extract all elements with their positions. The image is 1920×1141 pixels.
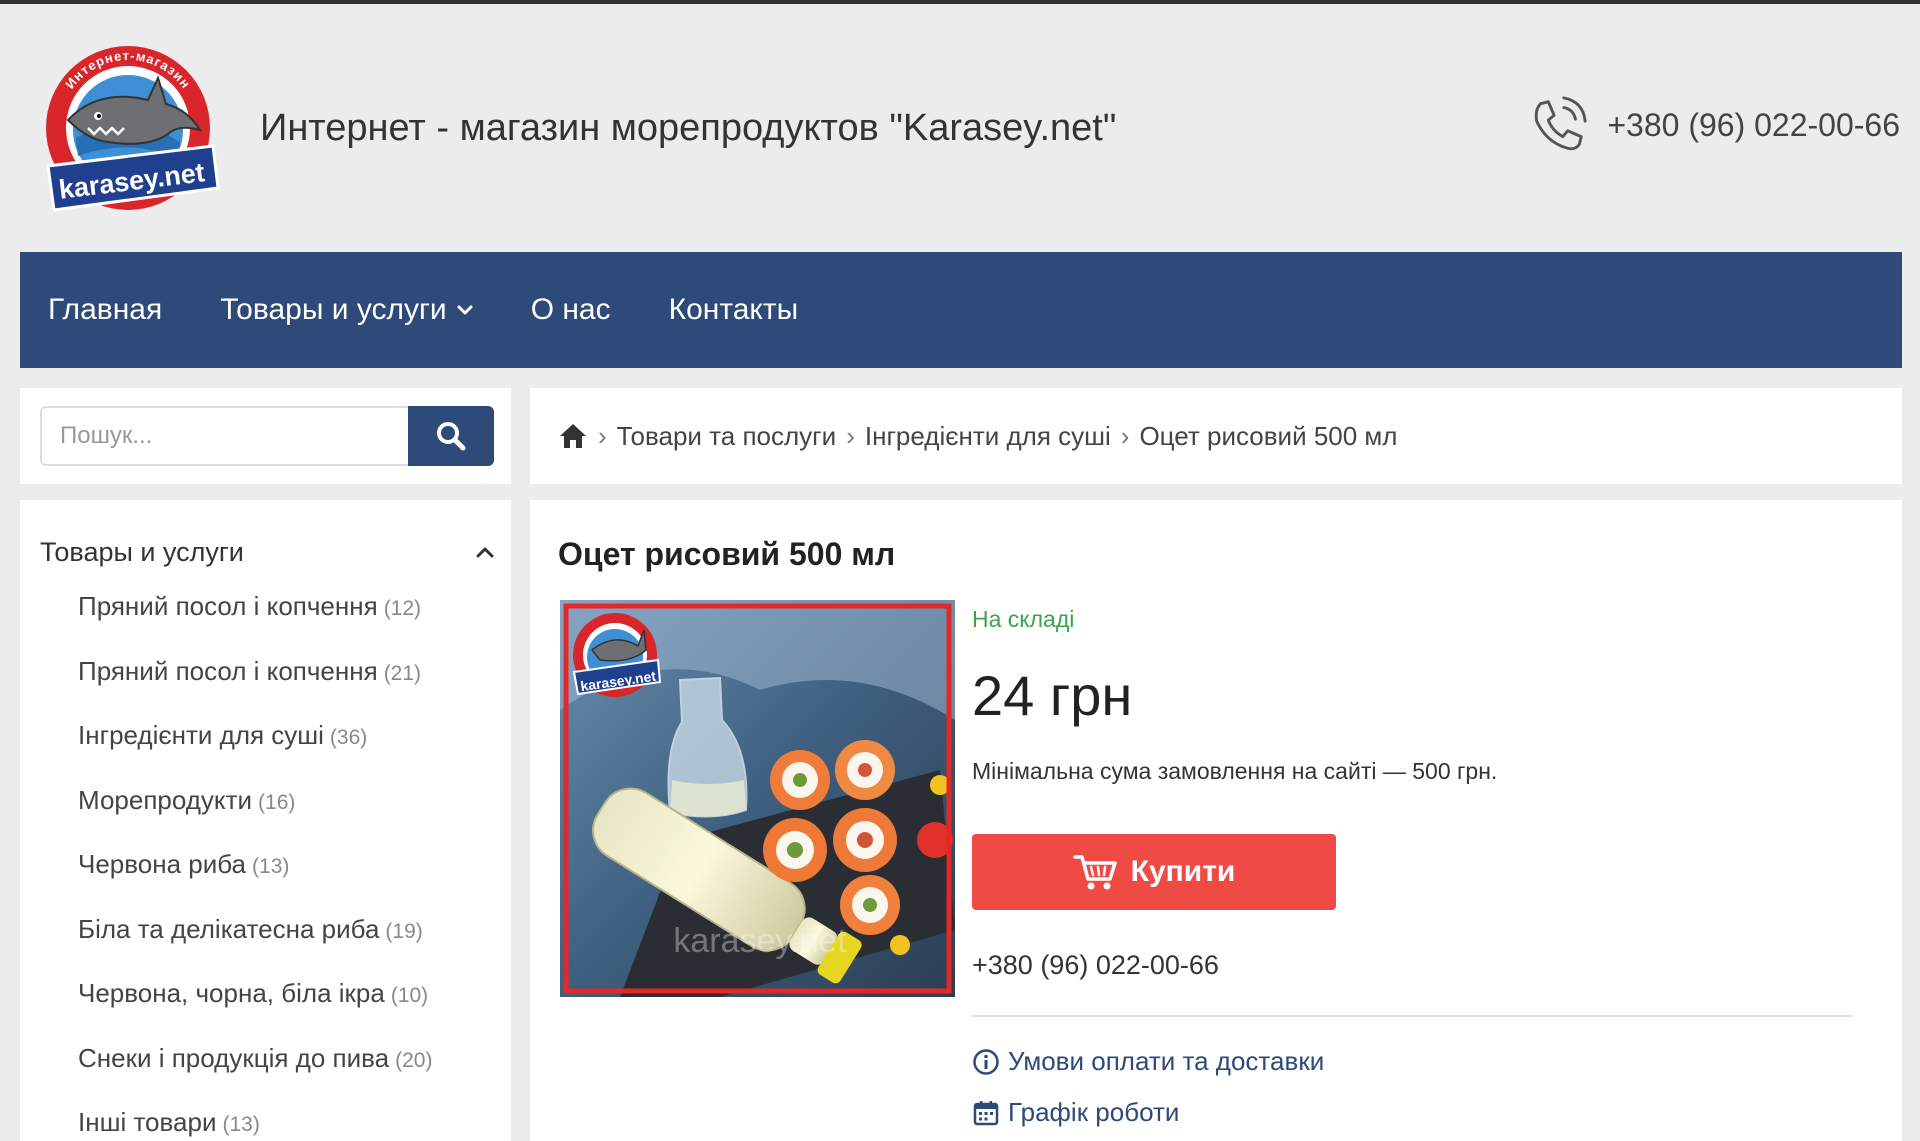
product-price: 24 грн bbox=[972, 664, 1133, 727]
nav-item-label: О нас bbox=[530, 293, 611, 326]
buy-button-label: Купити bbox=[1130, 855, 1236, 888]
category-label: Снеки і продукція до пива bbox=[78, 1042, 390, 1073]
category-label: Інгредієнти для суші bbox=[78, 720, 324, 750]
chevron-down-icon bbox=[457, 305, 473, 315]
divider bbox=[972, 1015, 1852, 1017]
header-phone[interactable]: +380 (96) 022-00-66 bbox=[1527, 94, 1900, 156]
work-schedule-link[interactable]: Графік роботи bbox=[972, 1097, 1179, 1128]
category-item[interactable]: Снеки і продукція до пива (20) bbox=[78, 1043, 432, 1108]
category-count: (16) bbox=[258, 790, 296, 814]
product-image[interactable]: karasey.net karasey.net bbox=[560, 600, 955, 997]
site-title: Интернет - магазин морепродуктов "Karase… bbox=[260, 107, 1117, 149]
category-count: (19) bbox=[385, 919, 423, 943]
category-item[interactable]: Червона, чорна, біла ікра (10) bbox=[78, 978, 432, 1043]
product-phone[interactable]: +380 (96) 022-00-66 bbox=[972, 950, 1219, 981]
breadcrumb-current: Оцет рисовий 500 мл bbox=[1139, 420, 1398, 451]
nav-item-home[interactable]: Главная bbox=[48, 293, 162, 327]
payment-delivery-link[interactable]: Умови оплати та доставки bbox=[972, 1046, 1324, 1077]
category-label: Морепродукти bbox=[78, 784, 253, 815]
nav-item-products[interactable]: Товары и услуги bbox=[220, 293, 473, 327]
top-border bbox=[0, 0, 1920, 4]
category-count: (36) bbox=[329, 726, 368, 749]
category-label: Інші товари bbox=[78, 1107, 217, 1137]
category-list: Пряний посол і копчення (12) Пряний посол… bbox=[78, 591, 432, 1141]
category-label: Червона риба bbox=[78, 849, 247, 879]
nav-item-about[interactable]: О нас bbox=[531, 293, 611, 327]
info-icon bbox=[973, 1048, 999, 1075]
category-count: (12) bbox=[383, 597, 422, 620]
category-count: (20) bbox=[395, 1048, 433, 1072]
category-sidebar: Товары и услуги Пряний посол і копчення(… bbox=[20, 500, 511, 1141]
category-item[interactable]: Інгредієнти для суші (36) bbox=[78, 720, 432, 785]
category-label: Червона, чорна, біла ікра bbox=[78, 978, 385, 1008]
svg-text:karasey.net: karasey.net bbox=[673, 922, 847, 960]
sidebar-title: Товары и услуги bbox=[40, 536, 244, 567]
category-count: (10) bbox=[390, 984, 429, 1007]
cart-icon bbox=[1072, 855, 1117, 890]
category-toggle[interactable]: Товары и услуги bbox=[40, 534, 495, 570]
category-count: (13) bbox=[222, 1113, 260, 1136]
site-logo[interactable]: Интернет-магазин karasey.net bbox=[28, 38, 228, 218]
category-count: (21) bbox=[383, 661, 422, 685]
nav-item-label: Главная bbox=[48, 293, 163, 326]
category-item[interactable]: Біла та делікатесна риба (19) bbox=[78, 914, 432, 979]
breadcrumb: › Товари та послуги › Інгредієнти для су… bbox=[530, 388, 1902, 484]
category-item[interactable]: Пряний посол і копчення (21) bbox=[78, 656, 432, 721]
min-order-note: Мінімальна сума замовлення на сайті — 50… bbox=[972, 758, 1498, 784]
breadcrumb-separator: › bbox=[598, 420, 607, 451]
buy-button[interactable]: Купити bbox=[972, 834, 1336, 910]
category-count: (13) bbox=[252, 855, 290, 878]
search-button[interactable] bbox=[408, 406, 494, 466]
nav-item-label: Контакты bbox=[668, 293, 799, 326]
category-label: Біла та делікатесна риба bbox=[78, 913, 380, 944]
phone-icon bbox=[1535, 96, 1587, 151]
chevron-up-icon bbox=[476, 547, 494, 558]
work-schedule-label: Графік роботи bbox=[1008, 1097, 1180, 1127]
main-nav: Главная Товары и услуги О нас Контакты bbox=[20, 252, 1902, 368]
product-panel: Оцет рисовий 500 мл karasey.net karasey.… bbox=[530, 500, 1902, 1141]
category-label: Пряний посол і копчення bbox=[78, 591, 378, 621]
search-panel bbox=[20, 388, 511, 484]
category-item[interactable]: Червона риба (13) bbox=[78, 849, 432, 914]
breadcrumb-separator: › bbox=[1120, 420, 1130, 451]
category-item[interactable]: Інші товари (13) bbox=[78, 1107, 432, 1141]
home-icon[interactable] bbox=[558, 422, 588, 450]
breadcrumb-separator: › bbox=[846, 420, 855, 451]
category-item[interactable]: Пряний посол і копчення (12) bbox=[78, 591, 432, 656]
calendar-icon bbox=[973, 1100, 999, 1125]
product-title: Оцет рисовий 500 мл bbox=[558, 536, 896, 572]
search-input[interactable] bbox=[40, 406, 408, 466]
nav-item-label: Товары и услуги bbox=[220, 293, 447, 326]
breadcrumb-item[interactable]: Товари та послуги bbox=[617, 421, 837, 452]
search-icon bbox=[437, 422, 466, 451]
category-label: Пряний посол і копчення bbox=[78, 655, 378, 686]
category-item[interactable]: Морепродукти (16) bbox=[78, 785, 432, 850]
header-phone-number[interactable]: +380 (96) 022-00-66 bbox=[1607, 107, 1900, 144]
nav-item-contacts[interactable]: Контакты bbox=[669, 293, 799, 327]
site-header: Интернет-магазин karasey.net Интернет - … bbox=[20, 30, 1900, 220]
breadcrumb-item[interactable]: Інгредієнти для суші bbox=[865, 421, 1111, 452]
stock-status: На складі bbox=[972, 606, 1075, 632]
payment-delivery-label: Умови оплати та доставки bbox=[1008, 1046, 1325, 1076]
